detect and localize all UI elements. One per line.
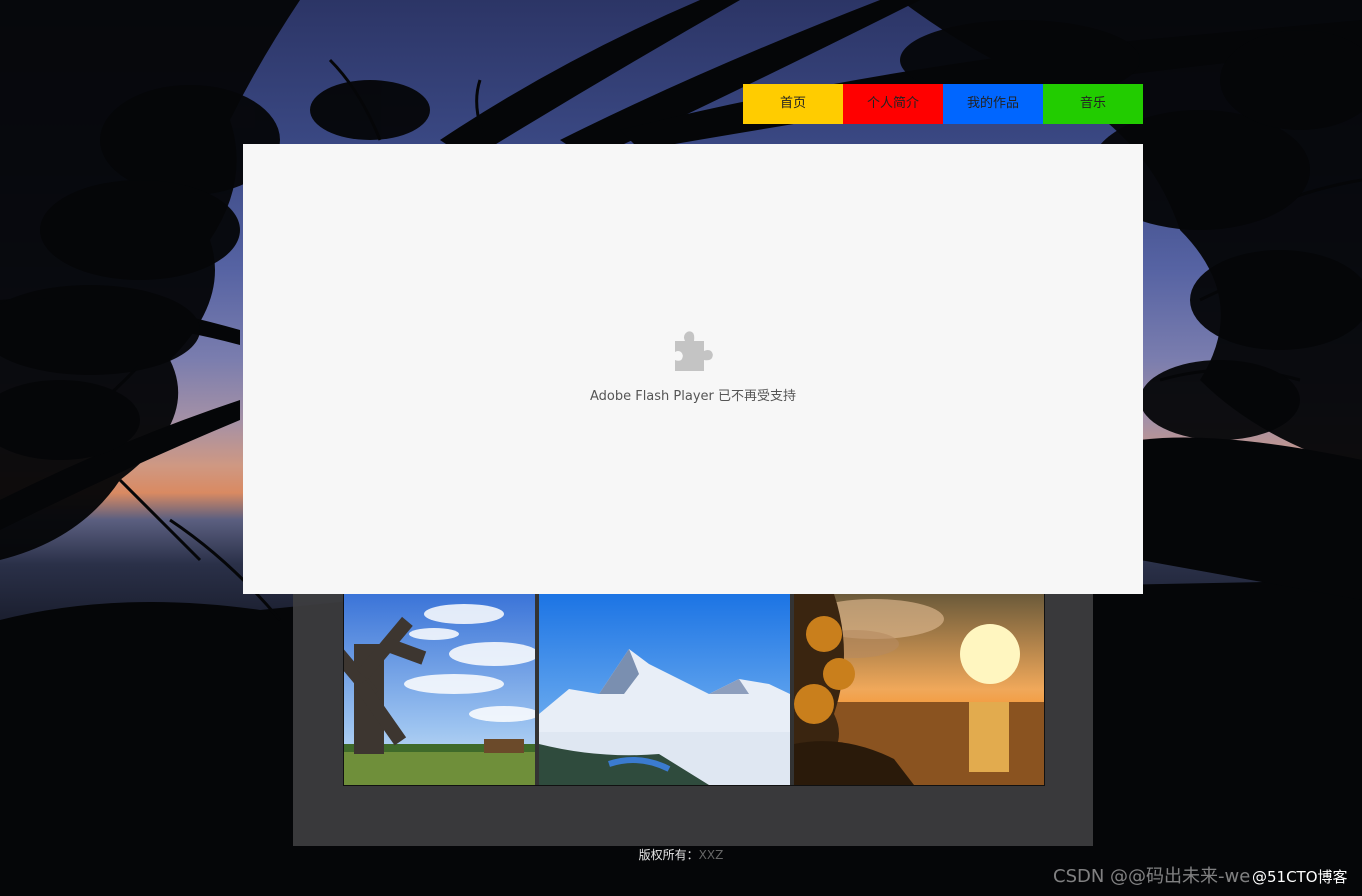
puzzle-piece-icon — [675, 331, 713, 371]
gallery-image-sunset[interactable] — [793, 594, 1044, 785]
gallery-image-mountains[interactable] — [539, 594, 790, 785]
flash-unsupported-message: Adobe Flash Player 已不再受支持 — [589, 389, 797, 404]
nav-item-home[interactable]: 首页 — [743, 84, 843, 124]
gallery-strip — [343, 594, 1045, 786]
footer: 版权所有：XXZ — [0, 846, 1362, 864]
gallery-panel — [293, 594, 1093, 846]
flash-player-placeholder[interactable]: Adobe Flash Player 已不再受支持 — [243, 144, 1143, 594]
cto-watermark: @51CTO博客 — [1252, 868, 1348, 886]
csdn-watermark: CSDN @@码出未来-we — [1053, 866, 1251, 887]
page-background: 首页 个人简介 我的作品 音乐 Adobe Flash Player 已不再受支… — [0, 0, 1362, 896]
nav-item-works[interactable]: 我的作品 — [943, 84, 1043, 124]
footer-owner: XXZ — [698, 848, 724, 862]
gallery-image-windmill[interactable] — [344, 594, 536, 785]
nav-item-profile[interactable]: 个人简介 — [843, 84, 943, 124]
main-nav: 首页 个人简介 我的作品 音乐 — [743, 84, 1143, 124]
nav-item-music[interactable]: 音乐 — [1043, 84, 1143, 124]
footer-copyright-label: 版权所有： — [638, 848, 699, 862]
